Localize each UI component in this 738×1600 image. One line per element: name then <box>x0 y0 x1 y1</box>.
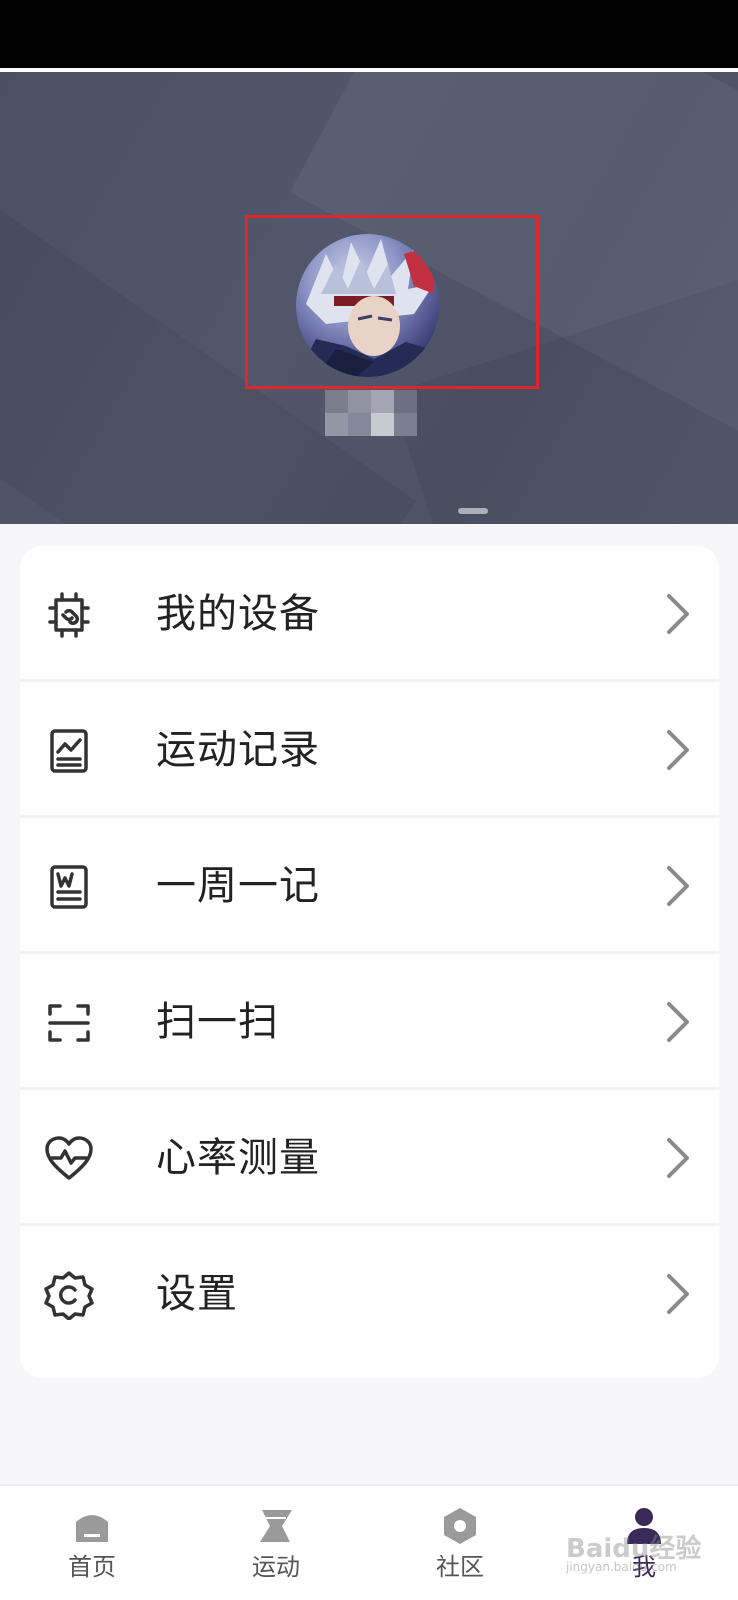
nav-tab-home[interactable]: 首页 <box>0 1486 184 1600</box>
menu-item-settings[interactable]: 设置 <box>20 1226 719 1362</box>
sport-icon <box>256 1506 296 1546</box>
nav-label: 运动 <box>252 1553 300 1581</box>
weekly-note-icon <box>44 862 94 912</box>
scan-icon <box>44 998 94 1048</box>
bottom-nav: 首页 运动 社区 我 Baidu经验 jingyan.baidu.com <box>0 1484 738 1600</box>
avatar-image <box>296 239 439 377</box>
activity-chart-icon <box>44 726 94 776</box>
chevron-right-icon <box>665 1272 691 1316</box>
home-icon <box>72 1506 112 1546</box>
username-blurred <box>325 390 417 436</box>
menu-item-label: 一周一记 <box>156 863 320 909</box>
menu-item-my-devices[interactable]: 我的设备 <box>20 546 719 682</box>
nav-label: 社区 <box>436 1553 484 1581</box>
header-indicator <box>458 508 488 514</box>
chevron-right-icon <box>665 1000 691 1044</box>
chevron-right-icon <box>665 1136 691 1180</box>
menu-item-label: 运动记录 <box>156 727 320 773</box>
menu-item-weekly-note[interactable]: 一周一记 <box>20 818 719 954</box>
menu-card: 我的设备 运动记录 一周一记 扫一扫 心率测量 设置 <box>20 546 719 1378</box>
heart-rate-icon <box>44 1134 94 1184</box>
menu-item-label: 我的设备 <box>156 591 320 637</box>
menu-item-activity-records[interactable]: 运动记录 <box>20 682 719 818</box>
nav-tab-community[interactable]: 社区 <box>368 1486 552 1600</box>
menu-item-label: 扫一扫 <box>156 999 279 1045</box>
menu-item-heart-rate[interactable]: 心率测量 <box>20 1090 719 1226</box>
watermark-url: jingyan.baidu.com <box>566 1560 677 1574</box>
chevron-right-icon <box>665 728 691 772</box>
community-icon <box>440 1506 480 1546</box>
chevron-right-icon <box>665 592 691 636</box>
status-bar <box>0 0 738 68</box>
nav-tab-sport[interactable]: 运动 <box>184 1486 368 1600</box>
menu-item-scan[interactable]: 扫一扫 <box>20 954 719 1090</box>
device-link-icon <box>44 590 94 640</box>
nav-label: 首页 <box>68 1553 116 1581</box>
settings-gear-icon <box>44 1270 94 1321</box>
menu-item-label: 心率测量 <box>156 1135 320 1181</box>
profile-header <box>0 72 738 524</box>
menu-item-label: 设置 <box>156 1271 238 1317</box>
avatar[interactable] <box>296 234 439 377</box>
chevron-right-icon <box>665 864 691 908</box>
